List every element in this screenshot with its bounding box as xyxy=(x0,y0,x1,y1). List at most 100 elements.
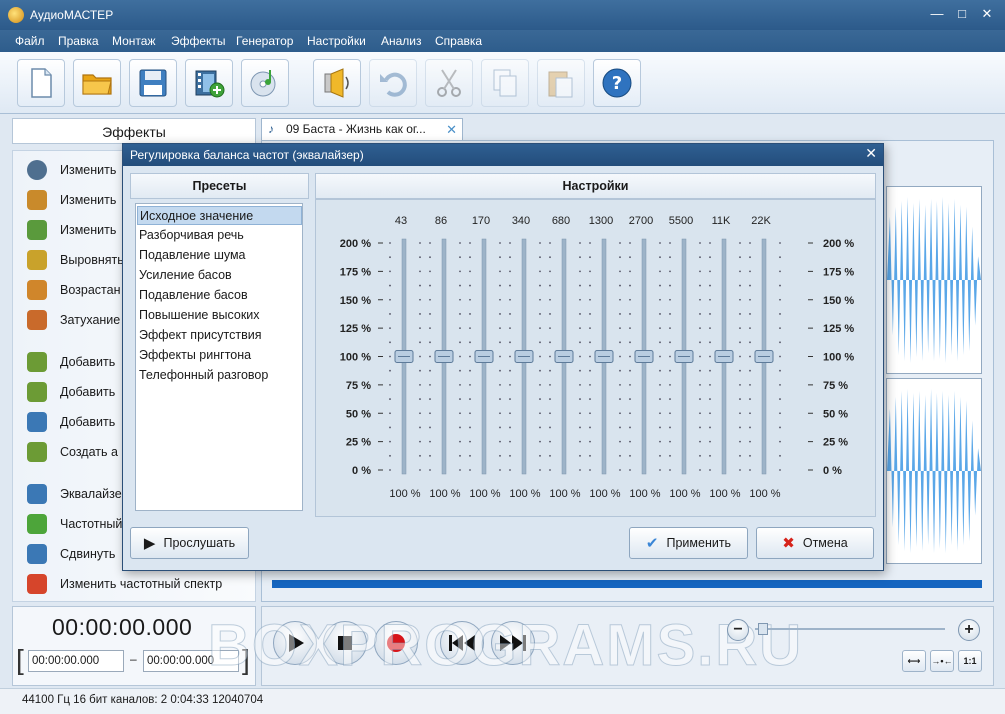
effect-item-change-spectrum[interactable]: Изменить частотный спектр xyxy=(27,573,222,595)
slider-tick-dot xyxy=(709,284,711,287)
slider-tick-dot xyxy=(589,327,591,330)
effect-item-change-volume[interactable]: Изменить xyxy=(27,219,116,241)
fit-selection-button[interactable]: →•← xyxy=(930,650,954,672)
undo-button[interactable] xyxy=(369,59,417,107)
slider-tick-dot xyxy=(419,383,421,386)
new-file-button[interactable] xyxy=(17,59,65,107)
preset-item[interactable]: Усиление басов xyxy=(137,266,302,285)
slider-tick-dot xyxy=(539,454,541,457)
effect-item-frequency-filter[interactable]: Частотный xyxy=(27,513,122,535)
slider-tick-dot xyxy=(659,440,661,443)
fit-width-button[interactable]: ⟷ xyxy=(902,650,926,672)
dialog-close-button[interactable]: ✕ xyxy=(865,145,877,162)
menu-settings[interactable]: Настройки xyxy=(307,34,366,48)
slider-tick-dot xyxy=(539,469,541,471)
slider-tick-dot xyxy=(389,270,391,273)
effect-item-change-tempo[interactable]: Изменить xyxy=(27,159,116,181)
preset-item[interactable]: Подавление басов xyxy=(137,286,302,305)
slider-tick-dot xyxy=(629,284,631,287)
record-button[interactable] xyxy=(313,59,361,107)
slider-tick-dot xyxy=(429,270,431,273)
slider-tick-dot xyxy=(509,383,511,386)
zoom-slider-thumb[interactable] xyxy=(758,623,768,635)
slider-tick-dot xyxy=(549,284,551,287)
preset-item[interactable]: Телефонный разговор xyxy=(137,366,302,385)
effect-item-add-reverb[interactable]: Добавить xyxy=(27,411,115,433)
help-icon: ? xyxy=(602,68,632,98)
effect-item-change-voice[interactable]: Изменить xyxy=(27,189,116,211)
effect-item-add-echo[interactable]: Добавить xyxy=(27,381,115,403)
apply-button[interactable]: ✔ Применить xyxy=(629,527,748,559)
selection-start-field[interactable]: 00:00:00.000 xyxy=(28,650,124,672)
slider-tick-dot xyxy=(699,440,701,443)
slider-tick-dot xyxy=(429,440,431,443)
menu-montage[interactable]: Монтаж xyxy=(112,34,156,48)
close-window-button[interactable]: ✕ xyxy=(976,5,998,23)
slider-tick-dot xyxy=(459,412,461,415)
slider-tick-dot xyxy=(579,469,581,471)
menu-help[interactable]: Справка xyxy=(435,34,482,48)
waveform-left-channel[interactable] xyxy=(886,186,982,374)
slider-tick-dot xyxy=(389,369,391,372)
slider-tick-dot xyxy=(779,341,781,344)
add-video-button[interactable] xyxy=(185,59,233,107)
paste-button[interactable] xyxy=(537,59,585,107)
zoom-reset-button[interactable]: 1:1 xyxy=(958,650,982,672)
slider-tick-dot xyxy=(629,341,631,344)
tab-track[interactable]: ♪ 09 Баста - Жизнь как ог... ✕ xyxy=(261,118,463,140)
preset-item[interactable]: Повышение высоких xyxy=(137,306,302,325)
menu-effects[interactable]: Эффекты xyxy=(171,34,226,48)
effect-item-fade-in[interactable]: Возрастан xyxy=(27,279,120,301)
slider-tick-dot xyxy=(699,284,701,287)
slider-tick-dot xyxy=(469,412,471,415)
cancel-button[interactable]: ✖ Отмена xyxy=(756,527,874,559)
slider-tick-dot xyxy=(499,440,501,443)
track-position-bar[interactable] xyxy=(272,580,982,588)
effect-item-add-sound[interactable]: Добавить xyxy=(27,351,115,373)
tab-close-icon[interactable]: ✕ xyxy=(446,119,457,140)
zoom-in-button[interactable]: + xyxy=(958,619,980,641)
effect-item-normalize[interactable]: Выровнять xyxy=(27,249,124,271)
minimize-button[interactable]: — xyxy=(926,5,948,23)
effect-item-create-atmosphere[interactable]: Создать а xyxy=(27,441,118,463)
slider-tick-dot xyxy=(509,298,511,301)
zoom-out-button[interactable]: − xyxy=(727,619,749,641)
preset-item[interactable]: Подавление шума xyxy=(137,246,302,265)
menu-edit[interactable]: Правка xyxy=(58,34,99,48)
slider-tick-dot xyxy=(699,426,701,429)
slider-tick-dot xyxy=(429,242,431,244)
preset-item[interactable]: Исходное значение xyxy=(137,206,302,225)
zoom-slider-track[interactable] xyxy=(755,628,945,630)
effect-item-equalizer[interactable]: Эквалайзе xyxy=(27,483,122,505)
slider-tick-dot xyxy=(469,454,471,457)
menu-generator[interactable]: Генератор xyxy=(236,34,293,48)
save-button[interactable] xyxy=(129,59,177,107)
slider-tick-dot xyxy=(509,426,511,429)
band-value-label: 100 % xyxy=(669,488,700,500)
slider-tick-dot xyxy=(499,270,501,273)
menu-file[interactable]: Файл xyxy=(15,34,45,48)
effect-item-fade-out[interactable]: Затухание xyxy=(27,309,120,331)
slider-tick-dot xyxy=(749,298,751,301)
slider-tick-dot xyxy=(629,412,631,415)
menu-analysis[interactable]: Анализ xyxy=(381,34,422,48)
slider-tick-dot xyxy=(669,270,671,273)
slider-tick-dot xyxy=(659,270,661,273)
open-folder-button[interactable] xyxy=(73,59,121,107)
burn-cd-button[interactable] xyxy=(241,59,289,107)
copy-icon xyxy=(493,69,517,97)
effect-item-shift[interactable]: Сдвинуть xyxy=(27,543,115,565)
preset-item[interactable]: Эффект присутствия xyxy=(137,326,302,345)
slider-tick-dot xyxy=(549,412,551,415)
cut-button[interactable] xyxy=(425,59,473,107)
slider-tick-dot xyxy=(739,426,741,429)
listen-button[interactable]: ▶ Прослушать xyxy=(130,527,249,559)
slider-tick-dot xyxy=(389,454,391,457)
preset-item[interactable]: Разборчивая речь xyxy=(137,226,302,245)
preset-item[interactable]: Эффекты рингтона xyxy=(137,346,302,365)
help-button[interactable]: ? xyxy=(593,59,641,107)
slider-tick-dot xyxy=(699,242,701,244)
copy-button[interactable] xyxy=(481,59,529,107)
maximize-button[interactable]: □ xyxy=(951,5,973,23)
waveform-right-channel[interactable] xyxy=(886,378,982,564)
